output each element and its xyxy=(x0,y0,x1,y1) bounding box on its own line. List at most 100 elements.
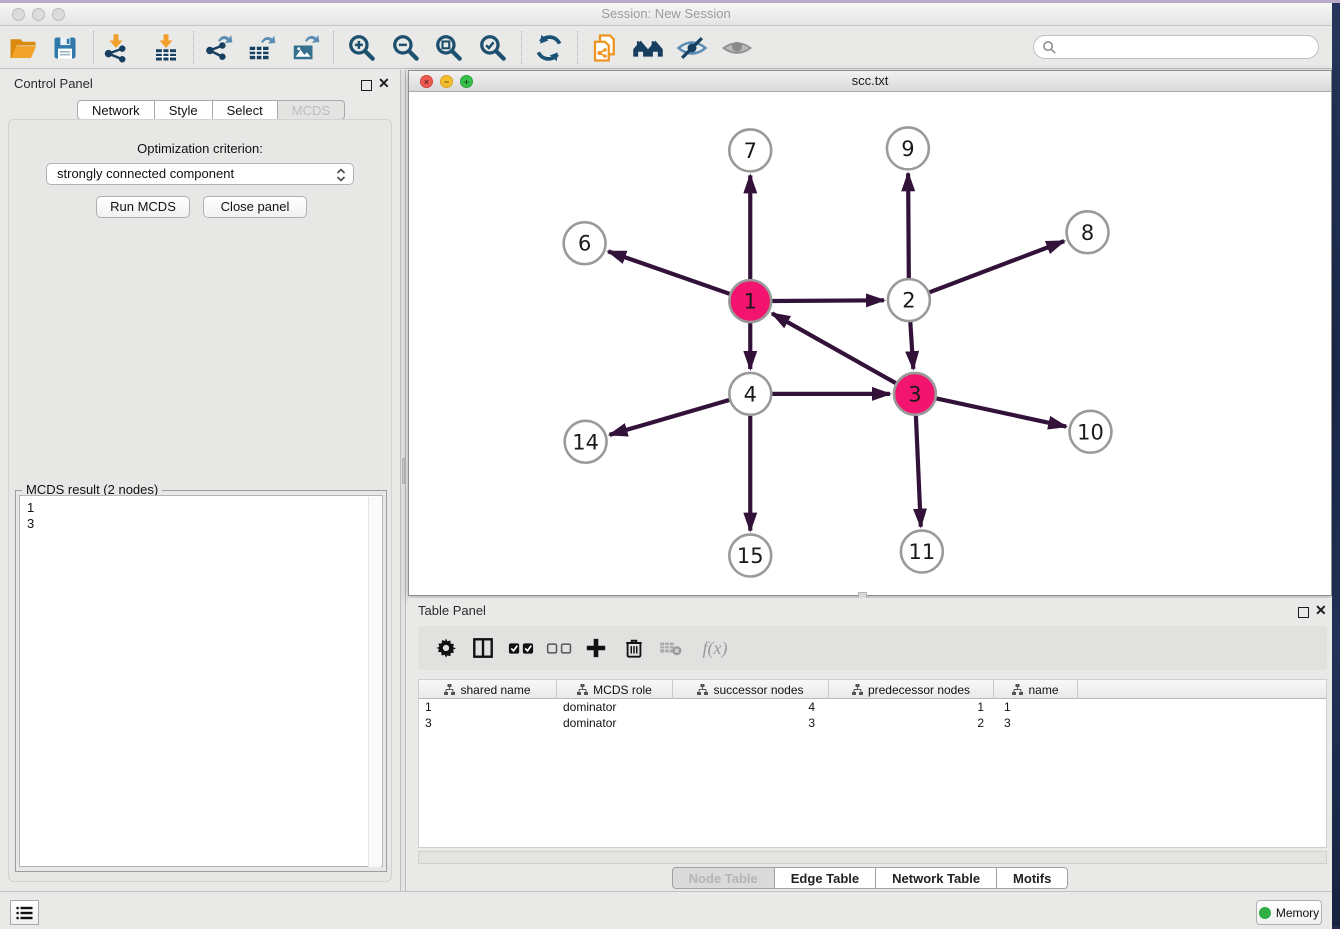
graph-node-8[interactable]: 8 xyxy=(1067,211,1109,253)
float-panel-icon[interactable] xyxy=(361,78,372,96)
tab-mcds[interactable]: MCDS xyxy=(278,100,345,120)
show-eye-icon[interactable] xyxy=(720,31,754,65)
deselect-checkboxes-icon[interactable] xyxy=(543,633,575,663)
search-icon xyxy=(1042,40,1057,55)
table-row[interactable]: 1dominator411 xyxy=(419,699,1326,715)
result-item[interactable]: 3 xyxy=(27,516,382,532)
column-header-1[interactable]: MCDS role xyxy=(557,680,673,699)
table-cell[interactable]: 3 xyxy=(419,715,557,731)
table-cell[interactable]: 1 xyxy=(419,699,557,715)
result-scrollbar[interactable] xyxy=(368,497,381,867)
mcds-panel-body: Optimization criterion: strongly connect… xyxy=(8,119,392,882)
graph-node-9[interactable]: 9 xyxy=(887,127,929,169)
column-header-3[interactable]: predecessor nodes xyxy=(829,680,994,699)
table-row[interactable]: 3dominator323 xyxy=(419,715,1326,731)
zoom-out-icon[interactable] xyxy=(389,31,423,65)
graph-node-7[interactable]: 7 xyxy=(729,129,771,171)
zoom-in-icon[interactable] xyxy=(345,31,379,65)
graph-edge-4-14[interactable] xyxy=(610,400,730,435)
delete-column-icon[interactable] xyxy=(618,633,650,663)
graph-edge-3-10[interactable] xyxy=(936,398,1066,426)
optimization-criterion-dropdown[interactable]: strongly connected component xyxy=(46,163,354,185)
splitter-handle[interactable] xyxy=(402,458,405,484)
result-item[interactable]: 1 xyxy=(27,500,382,516)
graph-edge-1-6[interactable] xyxy=(608,251,729,293)
network-window-titlebar[interactable]: × − + scc.txt xyxy=(409,71,1331,92)
table-cell[interactable]: 1 xyxy=(994,699,1078,715)
graph-edge-2-8[interactable] xyxy=(929,241,1064,292)
export-network-icon[interactable] xyxy=(201,31,235,65)
zoom-fit-icon[interactable] xyxy=(432,31,466,65)
tab-select[interactable]: Select xyxy=(213,100,278,120)
float-table-panel-icon[interactable] xyxy=(1298,605,1309,623)
graph-node-2[interactable]: 2 xyxy=(888,279,930,321)
run-mcds-button[interactable]: Run MCDS xyxy=(96,196,190,218)
select-all-checkboxes-icon[interactable] xyxy=(505,633,537,663)
application-window: Session: New Session xyxy=(0,3,1332,926)
home-networks-icon[interactable] xyxy=(631,31,665,65)
graph-edge-3-11[interactable] xyxy=(916,416,921,527)
column-tree-icon xyxy=(852,684,863,695)
tab-motifs[interactable]: Motifs xyxy=(997,867,1068,889)
network-canvas[interactable]: 1 2 3 4 6 7 8 9 10 11 14 15 xyxy=(409,92,1331,595)
table-cell[interactable]: dominator xyxy=(557,715,673,731)
zoom-selected-icon[interactable] xyxy=(476,31,510,65)
network-close-button[interactable]: × xyxy=(420,75,433,88)
close-window-button[interactable] xyxy=(12,8,25,21)
memory-button[interactable]: Memory xyxy=(1256,900,1322,925)
graph-node-15[interactable]: 15 xyxy=(729,535,771,577)
tab-style[interactable]: Style xyxy=(155,100,213,120)
mcds-result-list[interactable]: 1 3 xyxy=(19,495,383,867)
tab-node-table[interactable]: Node Table xyxy=(672,867,775,889)
svg-text:4: 4 xyxy=(744,382,757,406)
close-panel-button[interactable]: Close panel xyxy=(203,196,307,218)
graph-node-14[interactable]: 14 xyxy=(565,421,607,463)
split-view-icon[interactable] xyxy=(467,633,499,663)
save-icon[interactable] xyxy=(48,31,82,65)
search-box[interactable] xyxy=(1033,35,1319,59)
close-panel-icon[interactable]: ✕ xyxy=(378,75,390,92)
network-minimize-button[interactable]: − xyxy=(440,75,453,88)
column-header-0[interactable]: shared name xyxy=(419,680,557,699)
graph-node-1[interactable]: 1 xyxy=(729,280,771,322)
table-cell[interactable]: 4 xyxy=(673,699,829,715)
graph-edge-2-3[interactable] xyxy=(910,322,913,369)
graph-node-11[interactable]: 11 xyxy=(901,531,943,573)
graph-node-10[interactable]: 10 xyxy=(1070,411,1112,453)
maximize-window-button[interactable] xyxy=(52,8,65,21)
task-history-button[interactable] xyxy=(10,900,39,925)
duplicate-network-icon[interactable] xyxy=(588,31,622,65)
refresh-icon[interactable] xyxy=(532,31,566,65)
close-table-panel-icon[interactable]: ✕ xyxy=(1315,602,1327,619)
graph-edge-1-2[interactable] xyxy=(772,300,884,301)
tab-edge-table[interactable]: Edge Table xyxy=(775,867,876,889)
hide-eye-icon[interactable] xyxy=(675,31,709,65)
column-header-2[interactable]: successor nodes xyxy=(673,680,829,699)
settings-gear-icon[interactable] xyxy=(430,633,462,663)
graph-node-4[interactable]: 4 xyxy=(729,373,771,415)
graph-node-6[interactable]: 6 xyxy=(564,222,606,264)
table-horizontal-scrollbar[interactable] xyxy=(418,851,1327,864)
graph-edge-2-9[interactable] xyxy=(908,173,909,278)
add-column-icon[interactable] xyxy=(580,633,612,663)
panel-splitter[interactable] xyxy=(400,70,406,891)
tab-network-table[interactable]: Network Table xyxy=(876,867,997,889)
import-network-icon[interactable] xyxy=(99,31,133,65)
network-maximize-button[interactable]: + xyxy=(460,75,473,88)
export-image-icon[interactable] xyxy=(288,31,322,65)
graph-edge-3-1[interactable] xyxy=(772,313,896,383)
export-table-icon[interactable] xyxy=(244,31,278,65)
minimize-window-button[interactable] xyxy=(32,8,45,21)
graph-node-3[interactable]: 3 xyxy=(894,373,936,415)
table-cell[interactable]: dominator xyxy=(557,699,673,715)
table-cell[interactable]: 3 xyxy=(994,715,1078,731)
table-cell[interactable]: 1 xyxy=(829,699,994,715)
table-cell[interactable]: 2 xyxy=(829,715,994,731)
column-header-4[interactable]: name xyxy=(994,680,1078,699)
open-file-icon[interactable] xyxy=(6,31,40,65)
import-table-icon[interactable] xyxy=(149,31,183,65)
function-builder-icon-disabled: f(x) xyxy=(693,633,737,663)
search-input[interactable] xyxy=(1057,38,1318,56)
table-cell[interactable]: 3 xyxy=(673,715,829,731)
tab-network[interactable]: Network xyxy=(77,100,155,120)
